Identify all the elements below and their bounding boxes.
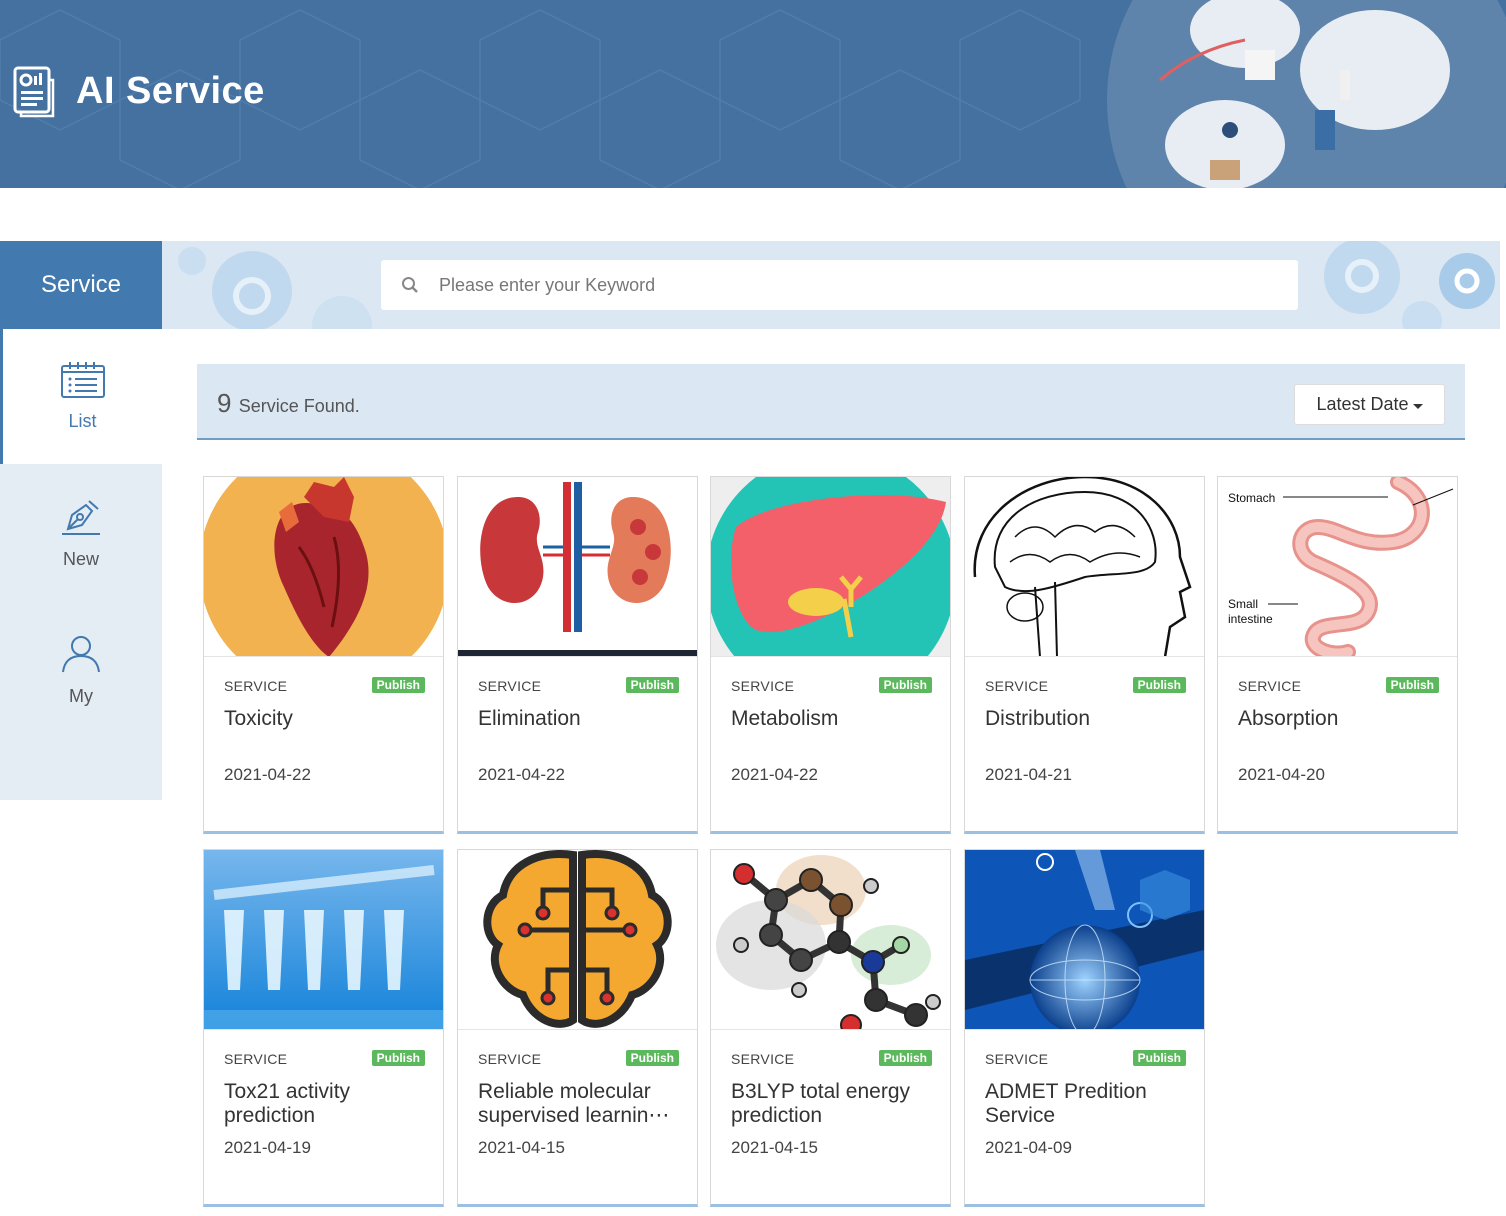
card-image [458, 850, 697, 1030]
cloud-office-illustration [1107, 0, 1506, 188]
header-banner: AI Service [0, 0, 1506, 188]
kidney-illustration [458, 477, 697, 656]
result-bar: 9 Service Found. Latest Date [197, 364, 1465, 440]
card-date: 2021-04-21 [985, 765, 1072, 784]
search-strip [162, 241, 1500, 329]
card-title: Toxicity [224, 707, 293, 730]
test-tubes-photo [204, 850, 443, 1029]
card-image [204, 850, 443, 1030]
card-type: SERVICE [985, 1051, 1049, 1067]
sidebar-item-new[interactable]: New [0, 466, 162, 601]
publish-badge: Publish [625, 1050, 679, 1066]
card-title: Metabolism [731, 707, 839, 730]
card-image [711, 850, 950, 1030]
card-type: SERVICE [224, 678, 288, 694]
card-date: 2021-04-15 [731, 1138, 818, 1157]
sidebar-item-label: New [62, 549, 99, 569]
stomach-label: Stomach [1228, 491, 1275, 505]
search-box [381, 260, 1298, 310]
card-title: B3LYP total energy prediction [731, 1080, 911, 1127]
sidebar-item-label: List [68, 411, 97, 431]
card-date: 2021-04-22 [731, 765, 818, 784]
card-image [965, 850, 1204, 1030]
sidebar-item-list[interactable]: List [0, 329, 162, 464]
card-type: SERVICE [731, 678, 795, 694]
card-type: SERVICE [1238, 678, 1302, 694]
liver-illustration [711, 477, 950, 656]
card-date: 2021-04-19 [224, 1138, 311, 1157]
page-title: AI Service [76, 70, 265, 112]
card-type: SERVICE [731, 1051, 795, 1067]
list-calendar-icon [60, 362, 105, 398]
pen-nib-icon [62, 500, 100, 535]
caret-down-icon [1412, 403, 1423, 409]
service-card-toxicity[interactable]: SERVICE Publish Toxicity 2021-04-22 [203, 476, 444, 834]
service-card-metabolism[interactable]: SERVICE Publish Metabolism 2021-04-22 [710, 476, 951, 834]
service-card-absorption[interactable]: Stomach Small intestine SERVICE Publish … [1217, 476, 1458, 834]
card-title: Absorption [1238, 707, 1339, 730]
service-card-admet[interactable]: SERVICE Publish ADMET Predition Service … [964, 849, 1205, 1207]
publish-badge: Publish [1385, 677, 1439, 693]
result-count: 9 [217, 388, 232, 418]
card-image [711, 477, 950, 657]
card-type: SERVICE [985, 678, 1049, 694]
card-title: Tox21 activity prediction [224, 1080, 351, 1127]
publish-badge: Publish [878, 1050, 932, 1066]
service-card-distribution[interactable]: SERVICE Publish Distribution 2021-04-21 [964, 476, 1205, 834]
circuit-brain-icon [458, 850, 697, 1029]
card-image: Stomach Small intestine [1218, 477, 1457, 657]
card-title: Elimination [478, 707, 581, 730]
sidebar-heading: Service [0, 241, 162, 329]
globe-tech-photo [965, 850, 1204, 1029]
result-label: Service Found. [238, 396, 360, 416]
card-date: 2021-04-22 [478, 765, 565, 784]
card-image [965, 477, 1204, 657]
publish-badge: Publish [371, 1050, 425, 1066]
card-date: 2021-04-09 [985, 1138, 1072, 1157]
molecule-model [711, 850, 950, 1029]
search-icon[interactable] [381, 276, 439, 294]
card-type: SERVICE [224, 1051, 288, 1067]
report-chart-icon [13, 66, 55, 118]
card-image [458, 477, 697, 657]
user-icon [62, 636, 100, 673]
publish-badge: Publish [1132, 1050, 1186, 1066]
publish-badge: Publish [878, 677, 932, 693]
card-date: 2021-04-15 [478, 1138, 565, 1157]
intestine-label: intestine [1228, 612, 1273, 626]
sidebar-item-label: My [69, 686, 93, 706]
small-label: Small [1228, 597, 1258, 611]
brain-sketch [965, 477, 1204, 656]
card-date: 2021-04-22 [224, 765, 311, 784]
card-title: Distribution [985, 707, 1091, 730]
card-type: SERVICE [478, 1051, 542, 1067]
card-title: ADMET Predition Service [985, 1080, 1147, 1127]
publish-badge: Publish [371, 677, 425, 693]
stomach-diagram: Stomach Small intestine [1218, 477, 1457, 656]
card-date: 2021-04-20 [1238, 765, 1325, 784]
service-card-b3lyp[interactable]: SERVICE Publish B3LYP total energy predi… [710, 849, 951, 1207]
service-card-elimination[interactable]: SERVICE Publish Elimination 2021-04-22 [457, 476, 698, 834]
service-card-reliable-molecular[interactable]: SERVICE Publish Reliable molecular super… [457, 849, 698, 1207]
service-card-tox21[interactable]: SERVICE Publish Tox21 activity predictio… [203, 849, 444, 1207]
publish-badge: Publish [625, 677, 679, 693]
card-image [204, 477, 443, 657]
sidebar-nav: List New My [0, 329, 162, 800]
publish-badge: Publish [1132, 677, 1186, 693]
card-title: Reliable molecular supervised learnin⋯ [478, 1080, 670, 1127]
sidebar-item-my[interactable]: My [0, 603, 162, 738]
result-summary: 9 Service Found. [217, 388, 360, 419]
search-input[interactable] [439, 274, 1298, 296]
card-type: SERVICE [478, 678, 542, 694]
heart-illustration [204, 477, 443, 656]
sort-label: Latest Date [1316, 394, 1409, 414]
sort-dropdown[interactable]: Latest Date [1294, 384, 1445, 425]
